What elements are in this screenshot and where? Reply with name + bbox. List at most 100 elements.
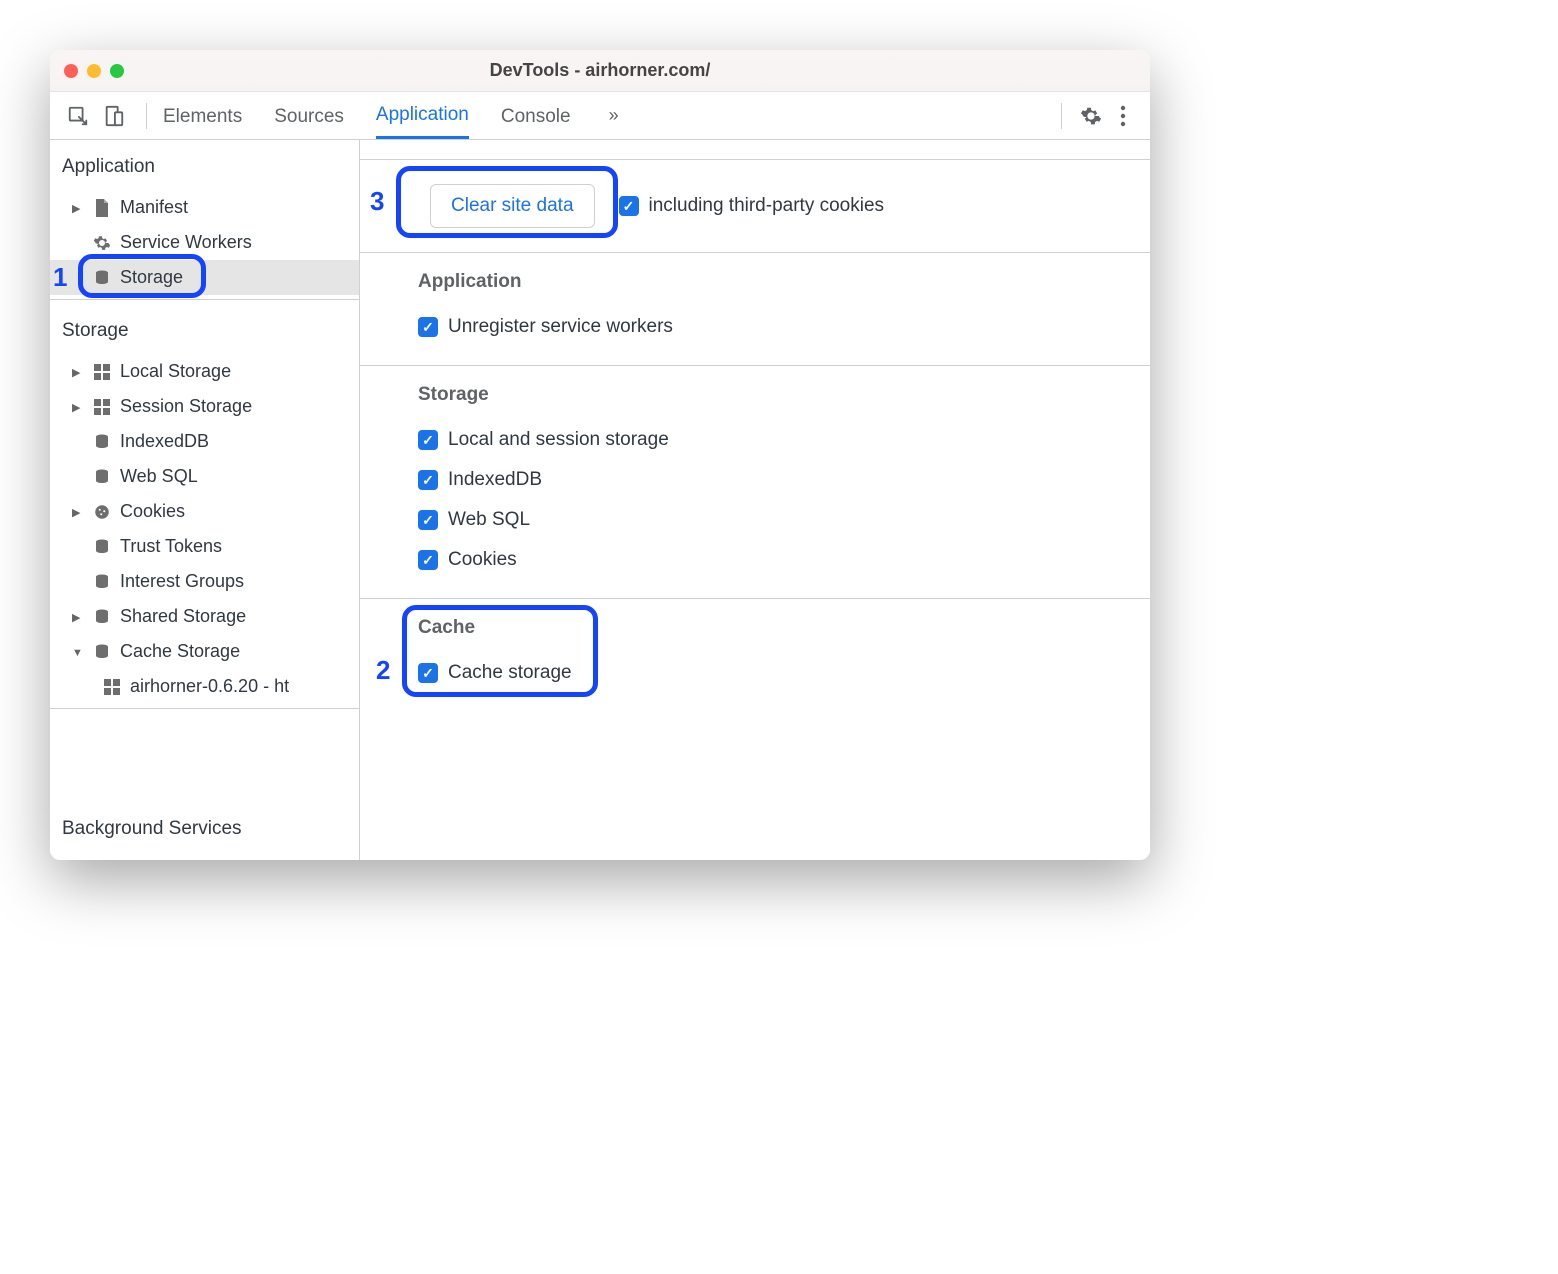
minimize-button[interactable] (87, 64, 101, 78)
grid-icon (102, 677, 122, 697)
inspect-icon[interactable] (64, 102, 92, 130)
devtools-toolbar: Elements Sources Application Console » (50, 92, 1150, 140)
database-icon (92, 268, 112, 288)
gear-icon (92, 233, 112, 253)
tabs-overflow-icon[interactable]: » (603, 105, 625, 126)
application-sidebar: Application Manifest Service Workers (50, 140, 360, 860)
sidebar-item-manifest[interactable]: Manifest (50, 190, 359, 225)
device-toggle-icon[interactable] (100, 102, 128, 130)
annotation-number-2: 2 (376, 655, 390, 686)
checkbox-checked-icon[interactable] (418, 550, 438, 570)
section-title: Application (418, 271, 1128, 293)
sidebar-section-application: Application (50, 140, 359, 190)
sidebar-item-interest-groups[interactable]: Interest Groups (50, 564, 359, 599)
section-title: Storage (418, 384, 1128, 406)
chevron-right-icon (72, 399, 84, 414)
grid-icon (92, 397, 112, 417)
sidebar-item-local-storage[interactable]: Local Storage (50, 354, 359, 389)
sidebar-item-label: Interest Groups (120, 571, 244, 592)
sidebar-item-service-workers[interactable]: Service Workers (50, 225, 359, 260)
sidebar-item-label: Cookies (120, 501, 185, 522)
sidebar-item-label: Session Storage (120, 396, 252, 417)
option-indexeddb[interactable]: IndexedDB (418, 460, 1128, 500)
annotation-number-3: 3 (370, 186, 384, 217)
database-icon (92, 642, 112, 662)
database-icon (92, 467, 112, 487)
sidebar-separator (50, 299, 359, 300)
chevron-right-icon (72, 504, 84, 519)
sidebar-item-session-storage[interactable]: Session Storage (50, 389, 359, 424)
sidebar-item-cache-storage[interactable]: Cache Storage (50, 634, 359, 669)
window-titlebar: DevTools - airhorner.com/ (50, 50, 1150, 92)
tab-elements[interactable]: Elements (163, 94, 242, 138)
checkbox-label: Cache storage (448, 662, 572, 684)
cookie-icon (92, 502, 112, 522)
checkbox-label: including third-party cookies (649, 195, 885, 217)
chevron-down-icon (72, 644, 84, 659)
settings-icon[interactable] (1078, 103, 1104, 129)
sidebar-item-trust-tokens[interactable]: Trust Tokens (50, 529, 359, 564)
annotation-number-1: 1 (53, 262, 67, 293)
option-cookies[interactable]: Cookies (418, 540, 1128, 580)
checkbox-label: Cookies (448, 549, 517, 571)
sidebar-section-background-services: Background Services (50, 802, 359, 860)
sidebar-item-label: Manifest (120, 197, 188, 218)
sidebar-item-cookies[interactable]: Cookies (50, 494, 359, 529)
toolbar-divider-right (1061, 103, 1062, 129)
checkbox-checked-icon[interactable] (619, 196, 639, 216)
sidebar-item-cache-entry[interactable]: airhorner-0.6.20 - ht (50, 669, 359, 704)
panel-body: Application Manifest Service Workers (50, 140, 1150, 860)
grid-icon (92, 362, 112, 382)
checkbox-checked-icon[interactable] (418, 663, 438, 683)
sidebar-item-label: Trust Tokens (120, 536, 222, 557)
sidebar-item-shared-storage[interactable]: Shared Storage (50, 599, 359, 634)
third-party-cookies-option[interactable]: including third-party cookies (619, 187, 885, 225)
sidebar-item-web-sql[interactable]: Web SQL (50, 459, 359, 494)
sidebar-item-indexeddb[interactable]: IndexedDB (50, 424, 359, 459)
checkbox-label: Local and session storage (448, 429, 669, 451)
sidebar-item-label: airhorner-0.6.20 - ht (130, 676, 289, 697)
toolbar-divider (146, 103, 147, 129)
section-application: Application Unregister service workers (360, 253, 1150, 366)
tab-application[interactable]: Application (376, 92, 469, 139)
database-icon (92, 537, 112, 557)
option-cache-storage[interactable]: Cache storage (418, 653, 1128, 693)
more-icon[interactable] (1110, 103, 1136, 129)
checkbox-checked-icon[interactable] (418, 430, 438, 450)
traffic-lights (64, 64, 124, 78)
maximize-button[interactable] (110, 64, 124, 78)
checkbox-checked-icon[interactable] (418, 317, 438, 337)
clear-site-data-button[interactable]: Clear site data (430, 184, 595, 228)
window-title: DevTools - airhorner.com/ (490, 60, 711, 81)
sidebar-item-label: Web SQL (120, 466, 198, 487)
clear-data-row: Clear site data including third-party co… (360, 160, 1150, 253)
main-panel: Clear site data including third-party co… (360, 140, 1150, 860)
option-local-session-storage[interactable]: Local and session storage (418, 420, 1128, 460)
section-cache: Cache Cache storage 2 (360, 599, 1150, 711)
checkbox-checked-icon[interactable] (418, 510, 438, 530)
chevron-right-icon (72, 364, 84, 379)
sidebar-item-label: Service Workers (120, 232, 252, 253)
chevron-right-icon (72, 200, 84, 215)
sidebar-item-label: IndexedDB (120, 431, 209, 452)
sidebar-item-label: Local Storage (120, 361, 231, 382)
checkbox-label: Web SQL (448, 509, 530, 531)
file-icon (92, 198, 112, 218)
devtools-window: DevTools - airhorner.com/ Elements Sourc… (50, 50, 1150, 860)
checkbox-label: IndexedDB (448, 469, 542, 491)
panel-tabs: Elements Sources Application Console » (163, 92, 1051, 139)
checkbox-checked-icon[interactable] (418, 470, 438, 490)
database-icon (92, 572, 112, 592)
option-unregister-service-workers[interactable]: Unregister service workers (418, 307, 1128, 347)
close-button[interactable] (64, 64, 78, 78)
sidebar-item-label: Storage (120, 267, 183, 288)
option-web-sql[interactable]: Web SQL (418, 500, 1128, 540)
chevron-right-icon (72, 609, 84, 624)
tab-sources[interactable]: Sources (274, 94, 344, 138)
sidebar-item-storage[interactable]: Storage 1 (50, 260, 359, 295)
sidebar-section-storage: Storage (50, 304, 359, 354)
database-icon (92, 607, 112, 627)
sidebar-separator (50, 708, 359, 709)
sidebar-item-label: Cache Storage (120, 641, 240, 662)
tab-console[interactable]: Console (501, 94, 571, 138)
